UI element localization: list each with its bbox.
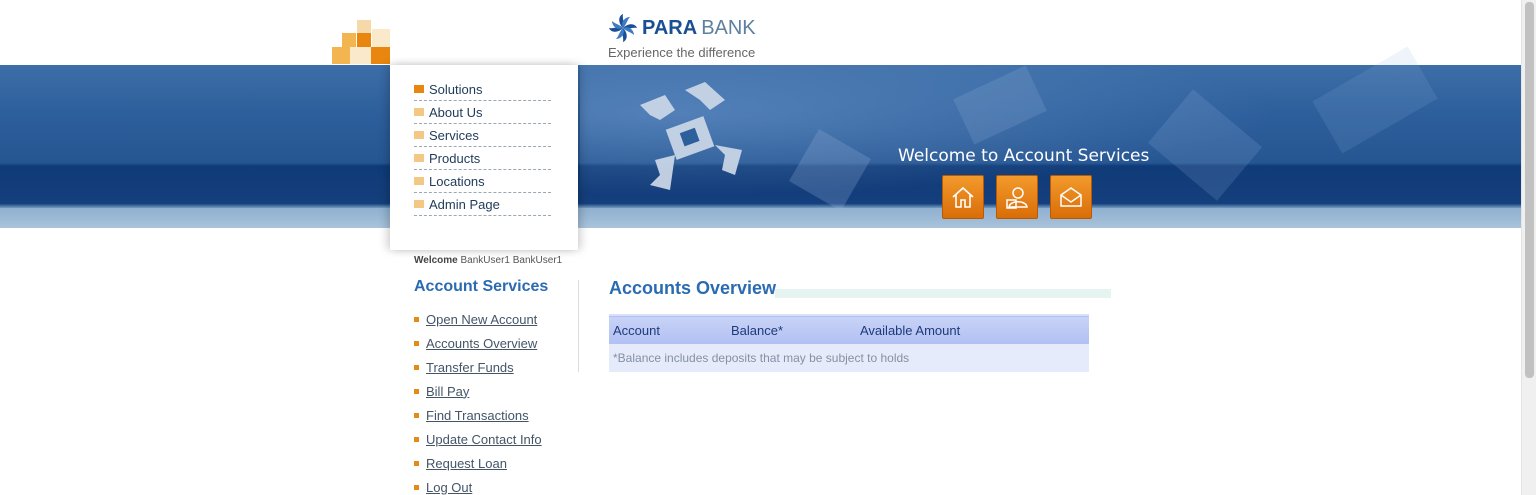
table-footer-row: *Balance includes deposits that may be s… — [609, 344, 1089, 372]
table-header-row: Account Balance* Available Amount — [609, 315, 1089, 344]
parabank-logo[interactable]: PARA BANK — [608, 12, 756, 44]
user-full-name: BankUser1 BankUser1 — [460, 255, 563, 266]
accounts-table: Account Balance* Available Amount *Balan… — [609, 314, 1089, 372]
vertical-divider — [578, 280, 579, 372]
contact-button[interactable] — [1050, 175, 1092, 219]
bullet-icon — [414, 388, 419, 394]
bullet-icon — [414, 316, 419, 322]
bullet-icon — [414, 436, 419, 442]
list-item: Find Transactions — [414, 403, 542, 427]
update-contact-info-link[interactable]: Update Contact Info — [426, 432, 542, 447]
bill-pay-link[interactable]: Bill Pay — [426, 384, 469, 399]
list-item: Bill Pay — [414, 379, 542, 403]
accounts-overview-link[interactable]: Accounts Overview — [426, 336, 537, 351]
logo-text-para: PARA — [642, 16, 698, 39]
find-transactions-link[interactable]: Find Transactions — [426, 408, 529, 423]
bullet-icon — [414, 364, 419, 370]
main-menu: Solutions About Us Services Products Loc… — [414, 78, 551, 216]
banner-headline: Welcome to Account Services — [898, 146, 1150, 166]
about-button[interactable] — [996, 175, 1038, 219]
bullet-icon — [414, 460, 419, 466]
vertical-scrollbar[interactable] — [1521, 0, 1536, 495]
welcome-user: Welcome BankUser1 BankUser1 — [414, 255, 562, 266]
log-out-link[interactable]: Log Out — [426, 480, 472, 495]
bullet-icon — [414, 108, 424, 116]
menu-item-locations[interactable]: Locations — [414, 170, 551, 193]
account-services-links: Open New Account Accounts Overview Trans… — [414, 307, 542, 495]
open-new-account-link[interactable]: Open New Account — [426, 312, 537, 327]
menu-item-label: Products — [429, 150, 481, 166]
balance-footnote: *Balance includes deposits that may be s… — [609, 344, 1089, 372]
list-item: Request Loan — [414, 451, 542, 475]
arrows-graphic-icon — [640, 82, 742, 190]
page-title: Accounts Overview — [609, 278, 777, 298]
menu-item-services[interactable]: Services — [414, 124, 551, 147]
request-loan-link[interactable]: Request Loan — [426, 456, 507, 471]
welcome-label: Welcome — [414, 255, 458, 266]
bullet-icon — [414, 340, 419, 346]
transfer-funds-link[interactable]: Transfer Funds — [426, 360, 514, 375]
menu-item-about-us[interactable]: About Us — [414, 101, 551, 124]
menu-item-label: Locations — [429, 173, 485, 189]
menu-item-label: Solutions — [429, 81, 483, 97]
logo-text-bank: BANK — [701, 16, 756, 39]
menu-item-label: Services — [429, 127, 479, 143]
bullet-icon — [414, 200, 424, 208]
bullet-icon — [414, 85, 424, 93]
bullet-icon — [414, 154, 424, 162]
bullet-icon — [414, 177, 424, 185]
bullet-icon — [414, 131, 424, 139]
account-services-title: Account Services — [414, 278, 549, 295]
list-item: Accounts Overview — [414, 331, 542, 355]
column-header-balance: Balance* — [731, 322, 784, 338]
column-header-available-amount: Available Amount — [860, 322, 961, 338]
menu-item-label: About Us — [429, 104, 483, 120]
tagline: Experience the difference — [608, 45, 756, 60]
top-header — [0, 0, 1521, 65]
bullet-icon — [414, 484, 419, 490]
home-icon — [952, 186, 974, 208]
scrollbar-thumb[interactable] — [1525, 2, 1534, 378]
list-item: Update Contact Info — [414, 427, 542, 451]
home-button[interactable] — [942, 175, 984, 219]
pinwheel-logo-icon — [609, 14, 637, 42]
list-item: Log Out — [414, 475, 542, 495]
column-header-account: Account — [613, 322, 660, 338]
title-underline — [775, 289, 1111, 298]
menu-item-solutions[interactable]: Solutions — [414, 78, 551, 101]
list-item: Transfer Funds — [414, 355, 542, 379]
bullet-icon — [414, 412, 419, 418]
menu-item-products[interactable]: Products — [414, 147, 551, 170]
contact-icon — [1060, 187, 1082, 207]
menu-item-label: Admin Page — [429, 196, 500, 212]
list-item: Open New Account — [414, 307, 542, 331]
menu-item-admin-page[interactable]: Admin Page — [414, 193, 551, 216]
about-icon — [1006, 187, 1028, 209]
